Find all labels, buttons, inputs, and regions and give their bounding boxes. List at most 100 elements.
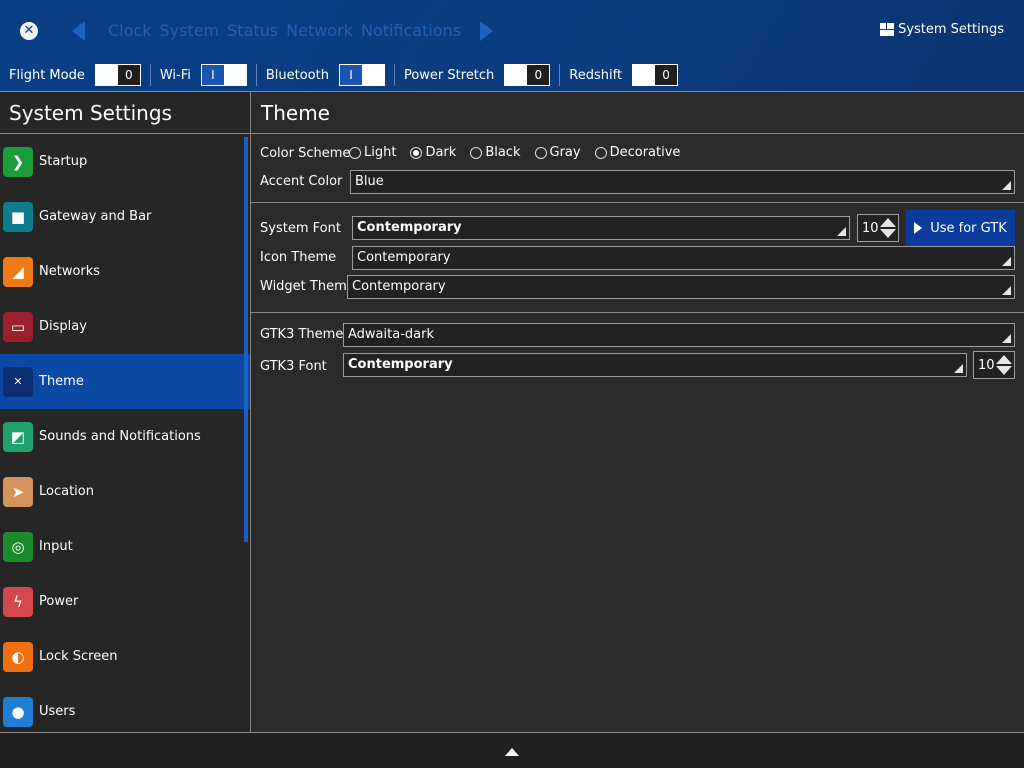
sidebar-item-label: Users (39, 704, 76, 719)
gtk-section: GTK3 Theme Adwaita-dark GTK3 Font Contem… (251, 313, 1024, 393)
sidebar-item-label: Startup (39, 154, 88, 169)
quick-settings-bar: Flight Mode 0 Wi-Fi I Bluetooth I Power … (0, 62, 687, 88)
gateway-icon: ■ (3, 201, 33, 232)
accent-color-label: Accent Color (260, 174, 343, 189)
tab-notifications[interactable]: Notifications (361, 21, 461, 40)
dropdown-corner-icon (1002, 334, 1011, 343)
app-title-label: System Settings (898, 22, 1004, 37)
icon-theme-label: Icon Theme (260, 250, 337, 265)
system-font-dropdown[interactable]: Contemporary (352, 216, 850, 240)
sidebar-scrollbar[interactable] (244, 137, 248, 542)
sidebar-item-label: Display (39, 319, 87, 334)
sidebar-item-label: Input (39, 539, 73, 554)
widget-theme-label: Widget Theme (260, 279, 355, 294)
color-scheme-decorative-radio[interactable]: Decorative (594, 145, 680, 160)
flight-mode-label: Flight Mode (9, 67, 85, 83)
sounds-icon: ◩ (3, 421, 33, 452)
play-icon (914, 222, 923, 234)
tab-scroll-right-icon[interactable] (480, 21, 493, 41)
system-font-size-spinner[interactable]: 10 (857, 214, 899, 242)
panel-tabs: Clock System Status Network Notification… (108, 21, 461, 40)
gtk3-theme-dropdown[interactable]: Adwaita-dark (343, 323, 1015, 347)
color-scheme-light-radio[interactable]: Light (349, 145, 396, 160)
spin-down-icon[interactable] (996, 366, 1012, 375)
tab-network[interactable]: Network (286, 21, 353, 40)
quick-setting-power-stretch: Power Stretch 0 (393, 64, 559, 86)
sidebar-item-lock-screen[interactable]: ◐ Lock Screen (0, 629, 250, 684)
sidebar-item-users[interactable]: ● Users (0, 684, 250, 739)
display-icon: ▭ (3, 311, 33, 342)
sidebar-item-startup[interactable]: ❯ Startup (0, 134, 250, 189)
sidebar-item-label: Power (39, 594, 79, 609)
bottom-bar (0, 732, 1024, 768)
color-scheme-black-radio[interactable]: Black (470, 145, 521, 160)
expand-up-icon[interactable] (505, 748, 519, 756)
use-for-gtk-button[interactable]: Use for GTK (906, 210, 1015, 246)
redshift-toggle[interactable]: 0 (632, 64, 679, 86)
quick-setting-bluetooth: Bluetooth I (255, 64, 394, 86)
gtk3-font-label: GTK3 Font (260, 359, 327, 374)
sidebar-list: ❯ Startup ■ Gateway and Bar ◢ Networks ▭… (0, 134, 250, 739)
sidebar: System Settings ❯ Startup ■ Gateway and … (0, 91, 250, 732)
startup-icon: ❯ (3, 146, 33, 177)
quick-setting-redshift: Redshift 0 (559, 64, 687, 86)
dropdown-corner-icon (954, 364, 963, 373)
sidebar-item-display[interactable]: ▭ Display (0, 299, 250, 354)
sidebar-title: System Settings (0, 92, 250, 134)
color-section: Color Scheme Light Dark Black Gray Decor… (251, 134, 1024, 203)
sidebar-item-theme[interactable]: ✕ Theme (0, 354, 250, 409)
tab-clock[interactable]: Clock (108, 21, 151, 40)
wifi-toggle[interactable]: I (200, 64, 247, 86)
bluetooth-toggle[interactable]: I (338, 64, 385, 86)
redshift-label: Redshift (569, 67, 623, 83)
sidebar-item-input[interactable]: ◎ Input (0, 519, 250, 574)
close-icon[interactable]: ✕ (20, 22, 38, 40)
spin-up-icon[interactable] (996, 355, 1012, 364)
networks-icon: ◢ (3, 256, 33, 287)
tab-status[interactable]: Status (227, 21, 278, 40)
settings-panel: Theme Color Scheme Light Dark Black Gray… (250, 91, 1024, 732)
dropdown-corner-icon (1002, 286, 1011, 295)
gtk3-font-dropdown[interactable]: Contemporary (343, 353, 967, 377)
sidebar-item-label: Sounds and Notifications (39, 429, 201, 444)
sidebar-item-sounds-and-notifications[interactable]: ◩ Sounds and Notifications (0, 409, 250, 464)
power-stretch-toggle[interactable]: 0 (504, 64, 551, 86)
flight-mode-toggle[interactable]: 0 (94, 64, 141, 86)
accent-color-dropdown[interactable]: Blue (350, 170, 1015, 194)
sidebar-item-location[interactable]: ➤ Location (0, 464, 250, 519)
dropdown-corner-icon (1002, 257, 1011, 266)
spin-down-icon[interactable] (880, 229, 896, 238)
color-scheme-label: Color Scheme (260, 146, 351, 161)
tab-system-status[interactable]: System (159, 21, 219, 40)
power-stretch-label: Power Stretch (403, 67, 495, 83)
gtk3-theme-label: GTK3 Theme (260, 327, 344, 342)
tab-scroll-left-icon[interactable] (72, 21, 85, 41)
gtk3-font-size-spinner[interactable]: 10 (973, 351, 1015, 379)
system-font-label: System Font (260, 221, 341, 236)
spin-up-icon[interactable] (880, 218, 896, 227)
sidebar-item-label: Location (39, 484, 94, 499)
users-icon: ● (3, 696, 33, 727)
wifi-label: Wi-Fi (159, 67, 191, 83)
dropdown-corner-icon (1002, 181, 1011, 190)
app-title: System Settings (880, 22, 1004, 37)
color-scheme-dark-radio[interactable]: Dark (410, 145, 456, 160)
icon-theme-dropdown[interactable]: Contemporary (352, 246, 1015, 270)
page-title: Theme (251, 92, 1024, 134)
quick-setting-wifi: Wi-Fi I (149, 64, 256, 86)
settings-app-icon (880, 23, 895, 36)
power-icon: ϟ (3, 586, 33, 617)
sidebar-item-networks[interactable]: ◢ Networks (0, 244, 250, 299)
font-section: System Font Contemporary 10 Use for GTK … (251, 203, 1024, 313)
color-scheme-gray-radio[interactable]: Gray (534, 145, 581, 160)
sidebar-item-gateway-and-bar[interactable]: ■ Gateway and Bar (0, 189, 250, 244)
sidebar-item-label: Gateway and Bar (39, 209, 152, 224)
widget-theme-dropdown[interactable]: Contemporary (347, 275, 1015, 299)
lock-icon: ◐ (3, 641, 33, 672)
color-scheme-options: Light Dark Black Gray Decorative (349, 145, 694, 160)
sidebar-item-label: Networks (39, 264, 101, 279)
sidebar-item-power[interactable]: ϟ Power (0, 574, 250, 629)
input-icon: ◎ (3, 531, 33, 562)
bluetooth-label: Bluetooth (265, 67, 329, 83)
sidebar-item-label: Lock Screen (39, 649, 118, 664)
